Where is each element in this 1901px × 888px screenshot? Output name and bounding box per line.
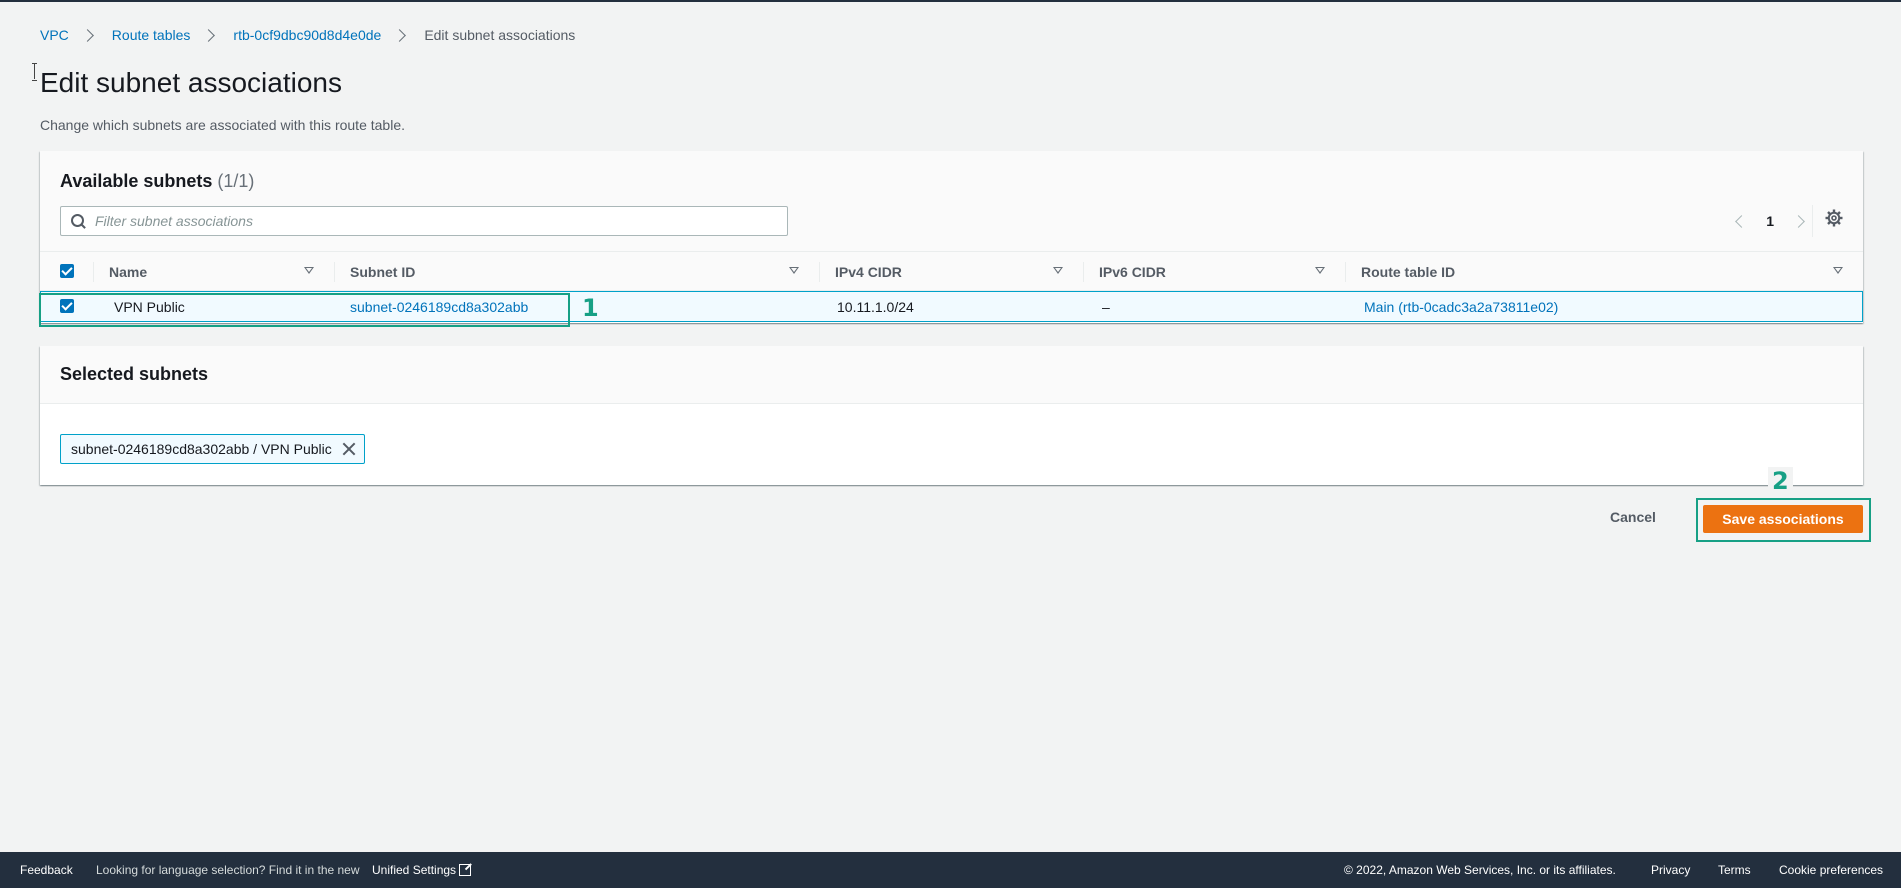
selected-subnet-token: subnet-0246189cd8a302abb / VPN Public: [60, 434, 365, 464]
next-page-icon[interactable]: [1792, 214, 1805, 228]
breadcrumb-current: Edit subnet associations: [424, 27, 576, 43]
annotation-box-1: [39, 293, 570, 327]
available-subnets-title: Available subnets (1/1): [60, 171, 255, 191]
terms-link[interactable]: Terms: [1718, 863, 1751, 877]
column-header-name[interactable]: Name: [93, 252, 334, 292]
filter-box: [60, 206, 788, 236]
selected-subnets-title: Selected subnets: [60, 364, 209, 384]
current-page[interactable]: 1: [1766, 213, 1774, 229]
chevron-right-icon: [393, 28, 407, 42]
top-border: [0, 0, 1901, 2]
route-table-link[interactable]: Main (rtb-0cadc3a2a73811e02): [1364, 299, 1558, 315]
selected-subnet-label: subnet-0246189cd8a302abb / VPN Public: [71, 441, 332, 457]
text-cursor-icon: [32, 63, 38, 81]
feedback-link[interactable]: Feedback: [20, 863, 73, 877]
annotation-number-2: 2: [1768, 467, 1793, 495]
chevron-right-icon: [80, 28, 94, 42]
breadcrumb-vpc[interactable]: VPC: [40, 27, 69, 43]
gear-icon[interactable]: [1825, 209, 1843, 227]
filter-subnet-input[interactable]: [95, 213, 775, 229]
cookie-preferences-link[interactable]: Cookie preferences: [1779, 863, 1883, 877]
column-header-ipv6-cidr[interactable]: IPv6 CIDR: [1083, 252, 1345, 292]
sort-icon[interactable]: [1315, 267, 1325, 274]
search-icon: [71, 214, 85, 228]
page-description: Change which subnets are associated with…: [40, 117, 405, 133]
breadcrumb-route-table-id[interactable]: rtb-0cf9dbc90d8d4e0de: [233, 27, 381, 43]
table-header: Name Subnet ID IPv4 CIDR IPv6 CIDR Route…: [40, 251, 1863, 291]
column-header-ipv4-cidr[interactable]: IPv4 CIDR: [819, 252, 1083, 292]
annotation-number-1: 1: [582, 294, 599, 322]
chevron-right-icon: [202, 28, 216, 42]
cancel-button[interactable]: Cancel: [1610, 509, 1656, 525]
select-all-checkbox[interactable]: [60, 264, 74, 278]
selected-subnets-panel: Selected subnets subnet-0246189cd8a302ab…: [40, 346, 1863, 485]
close-icon[interactable]: [342, 442, 356, 456]
cell-ipv6-cidr: –: [1102, 298, 1110, 315]
column-header-subnet-id[interactable]: Subnet ID: [334, 252, 819, 292]
privacy-link[interactable]: Privacy: [1651, 863, 1690, 877]
pagination: 1: [1735, 213, 1805, 229]
cell-ipv4-cidr: 10.11.1.0/24: [837, 298, 914, 315]
divider: [1812, 205, 1813, 237]
available-subnets-count: (1/1): [217, 171, 255, 191]
sort-icon[interactable]: [304, 267, 314, 274]
language-text: Looking for language selection? Find it …: [96, 863, 360, 877]
page-title: Edit subnet associations: [40, 67, 342, 98]
sort-icon[interactable]: [1833, 267, 1843, 274]
annotation-box-2: [1696, 498, 1871, 542]
copyright: © 2022, Amazon Web Services, Inc. or its…: [1344, 863, 1616, 877]
breadcrumb: VPC Route tables rtb-0cf9dbc90d8d4e0de E…: [40, 27, 575, 43]
column-header-route-table-id[interactable]: Route table ID: [1345, 252, 1863, 292]
external-link-icon: [459, 864, 472, 876]
unified-settings-link[interactable]: Unified Settings: [372, 863, 472, 877]
sort-icon[interactable]: [1053, 267, 1063, 274]
previous-page-icon[interactable]: [1735, 214, 1749, 228]
breadcrumb-route-tables[interactable]: Route tables: [112, 27, 191, 43]
sort-icon[interactable]: [789, 267, 799, 274]
footer: Feedback Looking for language selection?…: [0, 852, 1901, 888]
